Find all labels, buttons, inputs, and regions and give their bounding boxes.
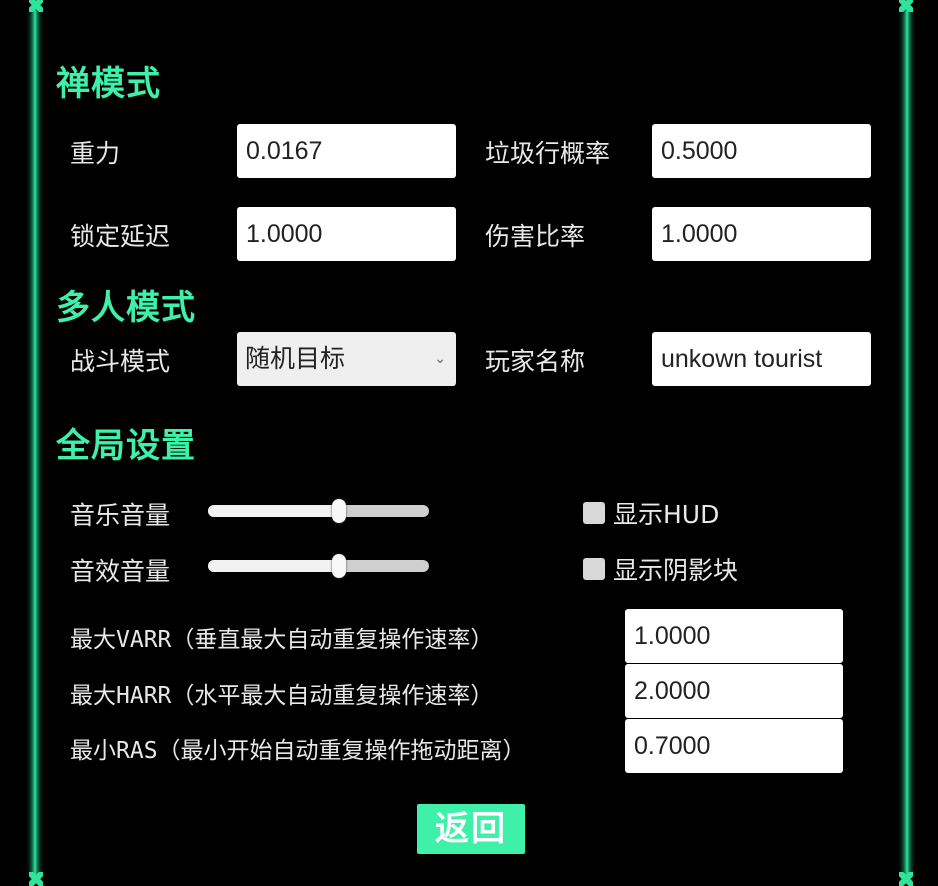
chevron-down-icon: ⌄	[434, 351, 446, 367]
damage-ratio-field[interactable]: 1.0000	[652, 207, 871, 261]
battle-mode-value: 随机目标	[245, 344, 346, 373]
show-hud-toggle[interactable]: 显示HUD	[583, 495, 719, 531]
gravity-label: 重力	[70, 139, 121, 168]
show-ghost-label: 显示阴影块	[613, 556, 739, 585]
back-button[interactable]: 返回	[417, 804, 525, 854]
corner-ornament	[899, 872, 913, 886]
min-ras-field[interactable]: 0.7000	[625, 719, 843, 773]
show-ghost-toggle[interactable]: 显示阴影块	[583, 551, 738, 587]
right-border	[904, 10, 910, 876]
slider-fill	[208, 560, 339, 572]
sfx-volume-slider[interactable]	[208, 554, 429, 578]
lock-delay-label: 锁定延迟	[70, 222, 171, 251]
damage-ratio-label: 伤害比率	[485, 222, 586, 251]
left-border	[32, 10, 38, 876]
gravity-field[interactable]: 0.0167	[237, 124, 456, 178]
corner-ornament	[29, 0, 43, 12]
battle-mode-select[interactable]: 随机目标 ⌄	[237, 332, 456, 386]
settings-panel: 禅模式 重力 0.0167 垃圾行概率 0.5000 锁定延迟 1.0000 伤…	[0, 0, 938, 886]
player-name-field[interactable]: unkown tourist	[652, 332, 871, 386]
slider-fill	[208, 505, 339, 517]
lock-delay-field[interactable]: 1.0000	[237, 207, 456, 261]
battle-mode-label: 战斗模式	[70, 347, 171, 376]
section-title-global: 全局设置	[56, 426, 196, 466]
show-hud-label: 显示HUD	[613, 500, 720, 529]
checkbox[interactable]	[583, 558, 605, 580]
corner-ornament	[899, 0, 913, 12]
garbage-probability-field[interactable]: 0.5000	[652, 124, 871, 178]
slider-thumb[interactable]	[332, 554, 346, 578]
max-harr-label: 最大HARR（水平最大自动重复操作速率）	[70, 683, 494, 709]
max-harr-field[interactable]: 2.0000	[625, 664, 843, 718]
sfx-volume-label: 音效音量	[70, 557, 171, 586]
slider-thumb[interactable]	[332, 499, 346, 523]
max-varr-field[interactable]: 1.0000	[625, 609, 843, 663]
section-title-multiplayer: 多人模式	[56, 288, 196, 328]
music-volume-slider[interactable]	[208, 499, 429, 523]
corner-ornament	[29, 872, 43, 886]
checkbox[interactable]	[583, 502, 605, 524]
garbage-probability-label: 垃圾行概率	[485, 139, 611, 168]
max-varr-label: 最大VARR（垂直最大自动重复操作速率）	[70, 627, 494, 653]
player-name-label: 玩家名称	[485, 347, 586, 376]
music-volume-label: 音乐音量	[70, 501, 171, 530]
section-title-zen: 禅模式	[56, 64, 161, 104]
min-ras-label: 最小RAS（最小开始自动重复操作拖动距离）	[70, 738, 526, 764]
